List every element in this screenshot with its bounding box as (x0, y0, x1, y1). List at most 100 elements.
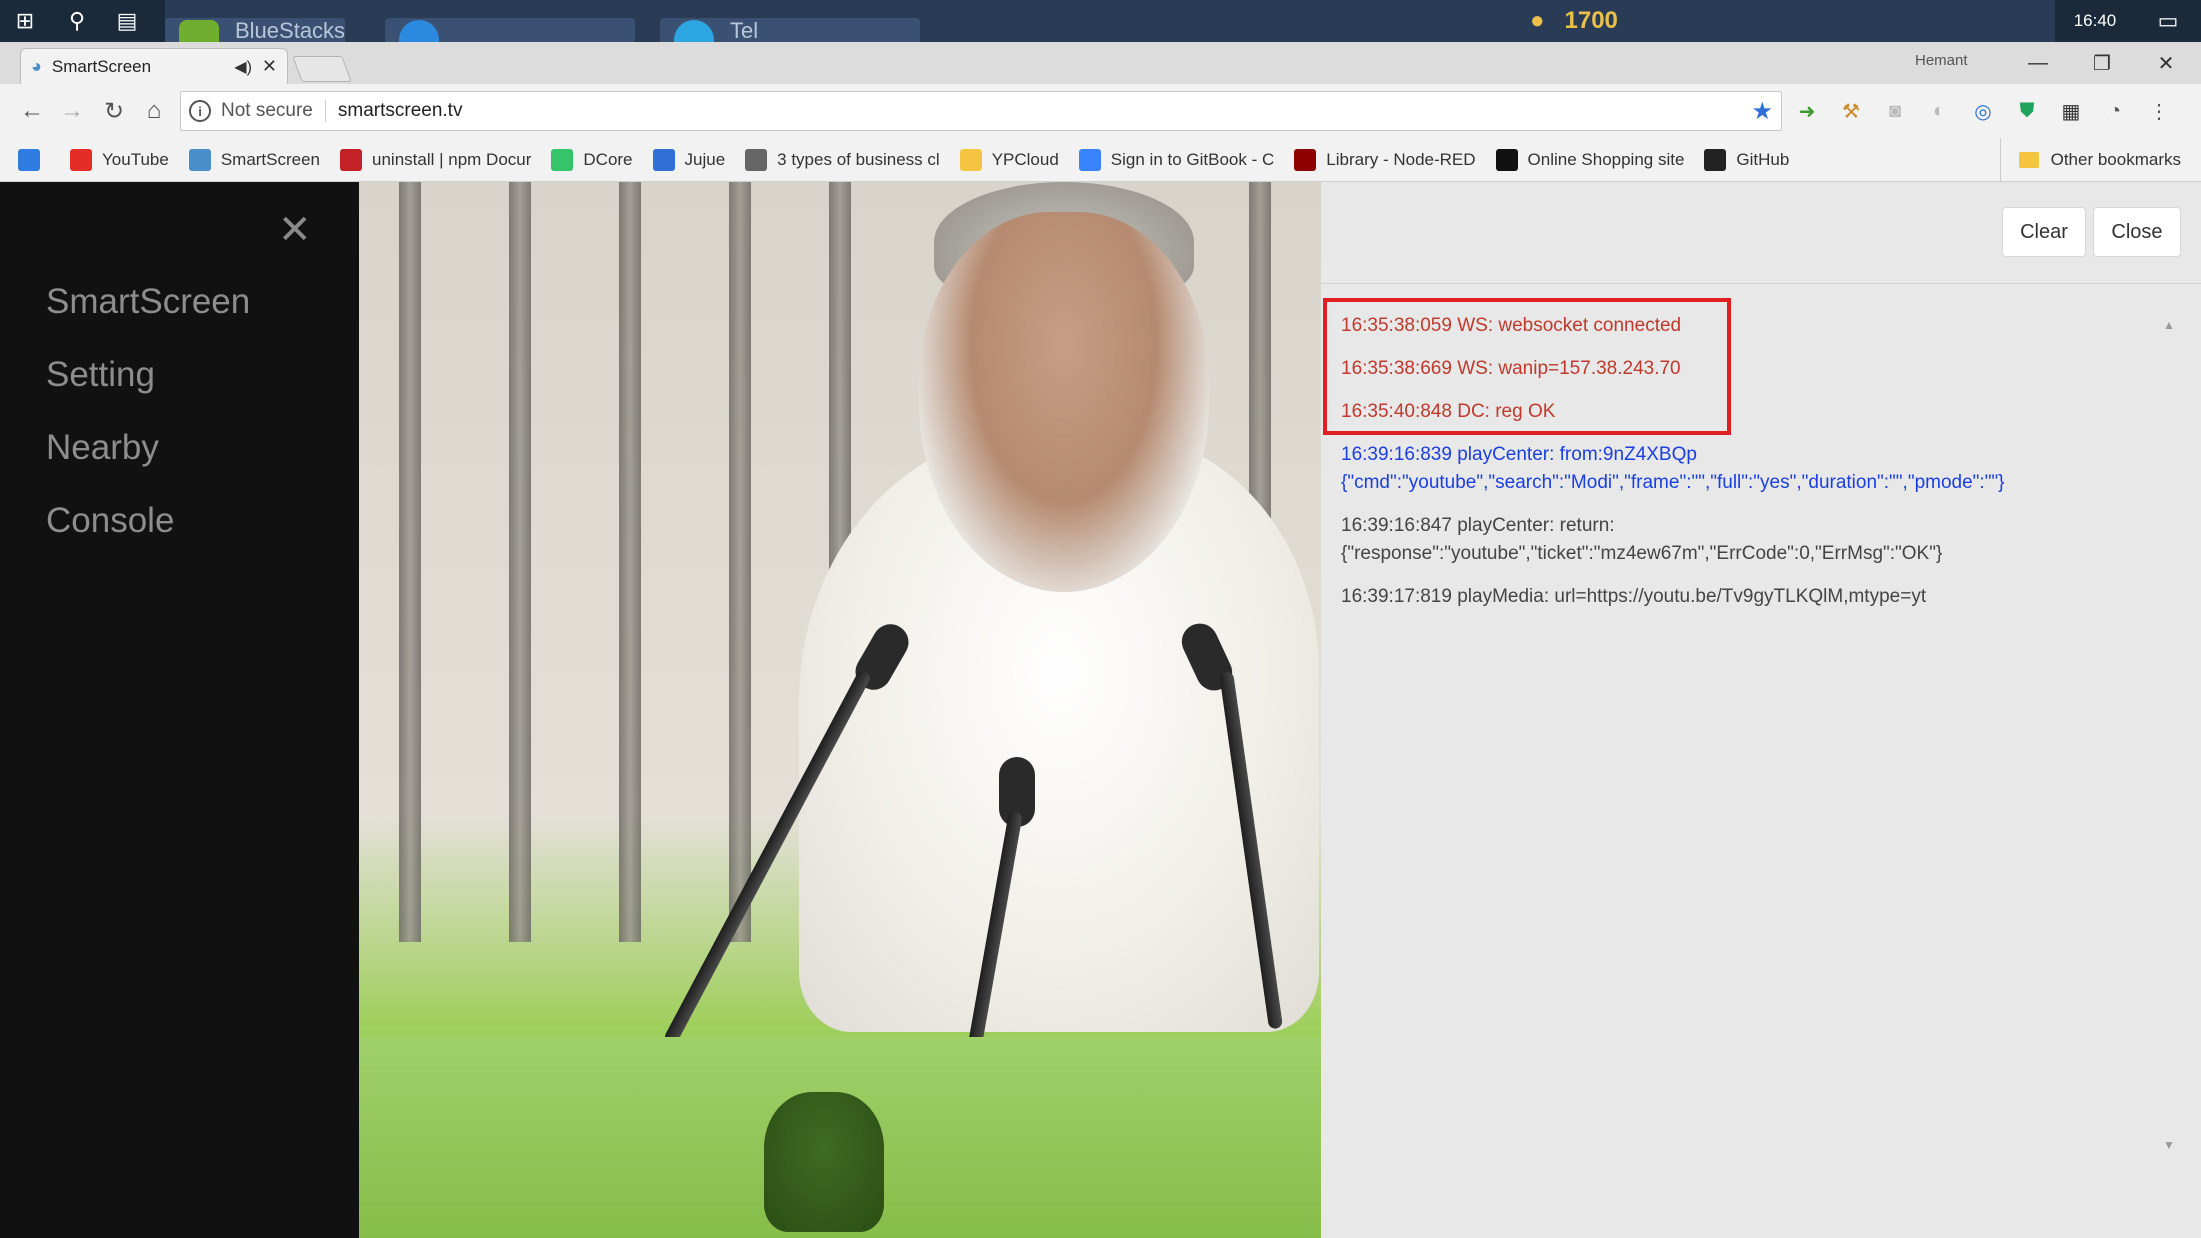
messenger-icon (399, 20, 439, 42)
background-pillar (729, 182, 751, 942)
bookmark-label: Library - Node-RED (1326, 149, 1476, 169)
bookmark-item[interactable]: SmartScreen (188, 148, 321, 171)
bookmark-item[interactable]: YPCloud (959, 148, 1059, 171)
other-bookmarks[interactable]: Other bookmarks (1999, 138, 2181, 182)
bookmark-item[interactable]: Sign in to GitBook - C (1078, 148, 1275, 171)
folder-icon (2018, 152, 2039, 168)
restore-icon[interactable]: ❐ (2072, 46, 2132, 80)
console-log-line: 16:39:16:847 playCenter: return: {"respo… (1341, 515, 1943, 564)
bookmark-item[interactable]: Online Shopping site (1495, 148, 1685, 171)
info-icon[interactable]: i (189, 100, 211, 122)
taskbar-app-label: Tel (730, 18, 759, 42)
background-pillar (399, 182, 421, 942)
dcore-icon (551, 148, 574, 171)
speaker-icon[interactable]: ◀) (234, 57, 252, 77)
console-header: Clear Close (1321, 182, 2201, 284)
tab-close-icon[interactable]: ✕ (262, 56, 277, 77)
extension-owl-icon[interactable]: ◎ (1966, 94, 2000, 128)
bookmark-label: SmartScreen (220, 149, 321, 169)
bookmark-label: DCore (583, 149, 633, 169)
scroll-up-icon[interactable]: ▲ (2160, 318, 2178, 332)
youtube-icon (70, 148, 92, 171)
extensions-area: ➜ ⚒ ◙ ◐ ◎ ⛊ ▦ ◔ ⋮ (1790, 84, 2176, 138)
camera-icon[interactable]: ◙ (1878, 94, 1912, 128)
home-icon[interactable]: ⌂ (134, 91, 174, 131)
github-icon (1704, 148, 1727, 171)
speaker-head (919, 212, 1209, 592)
address-bar[interactable]: i Not secure smartscreen.tv ★ (180, 91, 1782, 131)
speed-icon[interactable]: ◔ (2098, 94, 2132, 128)
bookmark-item[interactable]: 3 types of business cl (745, 148, 940, 171)
video-player[interactable] (359, 182, 1321, 1238)
smartscreen-icon (188, 148, 211, 171)
system-tray: ● 1700 (1530, 0, 1618, 42)
notification-icon[interactable]: ▭ (2135, 0, 2201, 42)
taskbar-app-telegram[interactable]: Tel (660, 18, 920, 42)
taskbar-app-2[interactable] (385, 18, 635, 42)
back-icon[interactable]: ← (12, 91, 52, 131)
bookmark-star-icon[interactable]: ★ (1751, 97, 1773, 126)
bookmark-label: Online Shopping site (1527, 149, 1685, 169)
tab-smartscreen[interactable]: ◕ SmartScreen ◀) ✕ (20, 48, 288, 84)
coin-icon[interactable]: ● (1530, 7, 1545, 35)
new-tab-button[interactable] (292, 56, 352, 82)
bookmarks-bar: YouTube SmartScreen uninstall | npm Docur D… (0, 138, 2201, 182)
shield-icon[interactable]: ⛊ (2010, 94, 2044, 128)
bike-icon (745, 148, 768, 171)
close-button[interactable]: Close (2093, 207, 2181, 257)
search-icon[interactable]: ⚲ (56, 0, 98, 42)
bookmark-item[interactable]: uninstall | npm Docur (340, 148, 532, 171)
tray-badge: 1700 (1564, 7, 1618, 34)
background-pillar (509, 182, 531, 942)
page-content: ✕ SmartScreen Setting Nearby Console Cle… (0, 182, 2201, 1238)
extension-tool-icon[interactable]: ⚒ (1834, 94, 1868, 128)
url-text[interactable]: smartscreen.tv (338, 100, 1752, 122)
telegram-icon (674, 20, 714, 42)
taskbar-apps: BlueStacks Tel (165, 0, 2055, 42)
browser-toolbar: ← → ↻ ⌂ i Not secure smartscreen.tv ★ ➜ … (0, 84, 2201, 138)
bookmark-label: Jujue (684, 149, 726, 169)
nav-console[interactable]: Console (46, 501, 174, 541)
nav-smartscreen[interactable]: SmartScreen (46, 282, 250, 322)
windows-start-icon[interactable]: ⊞ (4, 0, 46, 42)
extension-arrow-icon[interactable]: ➜ (1790, 94, 1824, 128)
bookmark-label: uninstall | npm Docur (372, 149, 532, 169)
profile-name[interactable]: Hemant (1915, 52, 1968, 69)
bird-icon (652, 148, 675, 171)
console-log-line: 16:39:17:819 playMedia: url=https://yout… (1341, 586, 1927, 607)
taskbar-app-label: BlueStacks (235, 18, 345, 42)
bookmark-label: YouTube (102, 149, 169, 169)
bookmark-label: YPCloud (991, 149, 1059, 169)
bookmark-item[interactable]: DCore (551, 148, 633, 171)
tab-title: SmartScreen (51, 56, 152, 76)
sidenav-close-icon[interactable]: ✕ (278, 210, 312, 250)
clear-button[interactable]: Clear (2002, 207, 2086, 257)
scroll-down-icon[interactable]: ▼ (2160, 1138, 2178, 1152)
nav-setting[interactable]: Setting (46, 355, 155, 395)
extension-gray-icon[interactable]: ◐ (1922, 94, 1956, 128)
nav-nearby[interactable]: Nearby (46, 428, 159, 468)
bookmark-item[interactable] (18, 148, 50, 171)
security-label[interactable]: Not secure (221, 100, 326, 122)
task-view-icon[interactable]: ▤ (106, 0, 148, 42)
forward-icon[interactable]: → (52, 91, 92, 131)
side-navigation: ✕ SmartScreen Setting Nearby Console (0, 182, 359, 1238)
bookmark-item[interactable]: Library - Node-RED (1294, 148, 1476, 171)
apps-grid-icon[interactable]: ▦ (2054, 94, 2088, 128)
window-close-icon[interactable]: ✕ (2136, 46, 2196, 80)
taskbar-app-bluestacks[interactable]: BlueStacks (165, 18, 345, 42)
bookmark-item[interactable]: YouTube (70, 148, 169, 171)
console-log-line: 16:39:16:839 playCenter: from:9nZ4XBQp {… (1341, 444, 2005, 493)
emblem-icon (764, 1092, 884, 1232)
amazon-icon (1495, 148, 1518, 171)
windows-taskbar: ⊞ ⚲ ▤ BlueStacks Tel ● 1700 16:40 ▭ (0, 0, 2201, 42)
bookmark-item[interactable]: GitHub (1704, 148, 1789, 171)
reload-icon[interactable]: ↻ (94, 91, 134, 131)
menu-kebab-icon[interactable]: ⋮ (2142, 94, 2176, 128)
taskbar-clock[interactable]: 16:40 (2055, 0, 2135, 42)
minimize-icon[interactable]: — (2008, 46, 2068, 80)
folder-icon (959, 148, 982, 171)
nodered-icon (1294, 148, 1317, 171)
bookmark-label: Sign in to GitBook - C (1110, 149, 1275, 169)
bookmark-item[interactable]: Jujue (652, 148, 726, 171)
